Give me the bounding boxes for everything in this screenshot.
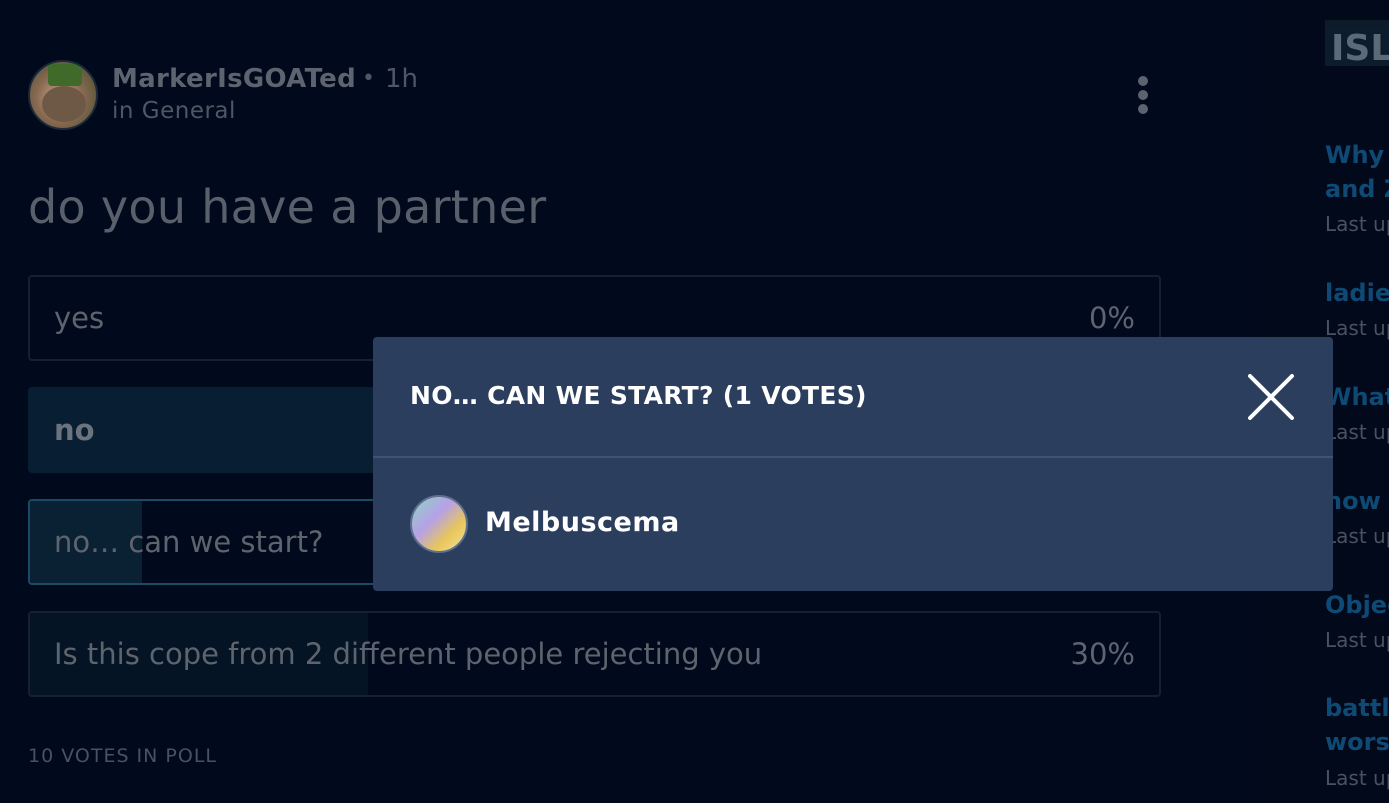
thread-link-4[interactable]: how c [1325, 484, 1389, 518]
menu-dot [1138, 90, 1148, 100]
more-options-icon[interactable] [1128, 74, 1158, 116]
close-icon[interactable] [1241, 367, 1301, 427]
thread-link-1-line-1[interactable]: Why i [1325, 138, 1389, 172]
voter-avatar[interactable] [410, 495, 468, 553]
meta-separator: • [362, 66, 375, 91]
menu-dot [1138, 104, 1148, 114]
thread-link-3[interactable]: What [1325, 380, 1389, 414]
post-time: 1h [385, 64, 419, 94]
voter-list-item[interactable]: Melbuscema [410, 495, 810, 555]
thread-meta: Last up [1325, 212, 1389, 236]
poll-option-label: no [54, 413, 95, 447]
menu-dot [1138, 76, 1148, 86]
avatar-hat [48, 64, 82, 86]
poll-vote-count: 10 VOTES IN POLL [28, 745, 217, 767]
author-avatar[interactable] [28, 60, 98, 130]
modal-header: NO… CAN WE START? (1 VOTES) [373, 337, 1333, 458]
thread-meta: Last up [1325, 420, 1389, 444]
author-name[interactable]: MarkerIsGOATed [112, 64, 356, 94]
poll-option-label: yes [54, 301, 105, 335]
poll-option-cope[interactable]: Is this cope from 2 different people rej… [28, 611, 1161, 697]
poll-question: do you have a partner [28, 180, 547, 234]
modal-title: NO… CAN WE START? (1 VOTES) [410, 381, 867, 410]
voters-modal: NO… CAN WE START? (1 VOTES) Melbuscema [373, 337, 1333, 591]
avatar-face [42, 86, 86, 122]
thread-link-2[interactable]: ladies [1325, 276, 1389, 310]
voter-name[interactable]: Melbuscema [485, 507, 680, 538]
thread-link-6-line-2[interactable]: worst [1325, 725, 1389, 759]
thread-meta: Last up [1325, 766, 1389, 790]
thread-link-1-line-2[interactable]: and Z [1325, 172, 1389, 206]
community-label[interactable]: in General [112, 98, 236, 124]
thread-meta: Last up [1325, 524, 1389, 548]
poll-option-label: no… can we start? [54, 525, 324, 559]
thread-link-5[interactable]: Objec [1325, 588, 1389, 622]
thread-link-6-line-1[interactable]: battle [1325, 691, 1389, 725]
poll-option-percent: 30% [1070, 637, 1135, 671]
thread-meta: Last up [1325, 628, 1389, 652]
thread-meta: Last up [1325, 316, 1389, 340]
poll-option-label: Is this cope from 2 different people rej… [54, 637, 763, 671]
sidebar-title: ISL [1325, 20, 1389, 69]
